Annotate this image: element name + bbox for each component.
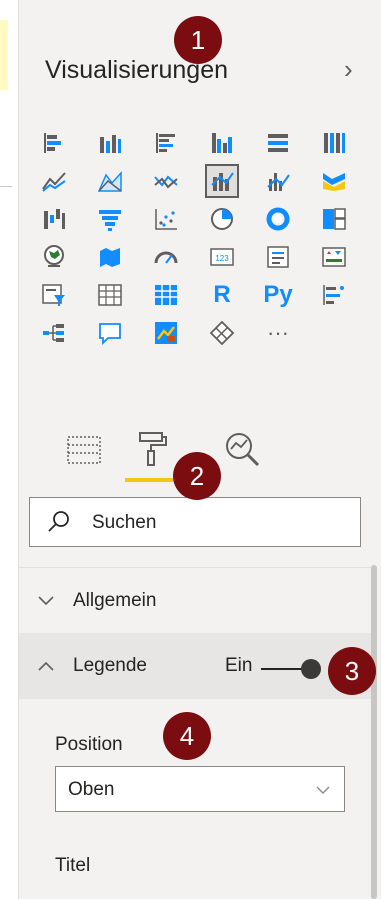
treemap-icon[interactable] (317, 202, 351, 236)
section-label: Allgemein (73, 590, 157, 611)
ribbon-chart-icon[interactable] (317, 164, 351, 198)
line-chart-icon[interactable] (37, 164, 71, 198)
position-label: Position (55, 734, 123, 755)
format-tab[interactable] (127, 424, 177, 474)
chevron-right-icon[interactable]: › (344, 54, 353, 85)
chevron-up-icon (38, 661, 54, 671)
paint-roller-icon (139, 432, 167, 466)
scatter-chart-icon[interactable] (149, 202, 183, 236)
python-visual-icon[interactable]: Py (261, 278, 295, 312)
scrollbar[interactable] (371, 565, 377, 899)
multi-row-card-icon[interactable] (261, 240, 295, 274)
fields-icon (67, 436, 101, 464)
canvas-edge (0, 0, 18, 899)
section-label: Legende (73, 655, 147, 676)
active-tab-indicator (125, 478, 179, 482)
visualizations-pane: Visualisierungen › 123 R Py ··· Suchen A… (18, 0, 381, 899)
card-icon[interactable]: 123 (205, 240, 239, 274)
filled-map-icon[interactable] (93, 240, 127, 274)
100-stacked-bar-chart-icon[interactable] (261, 126, 295, 160)
fields-tab[interactable] (59, 424, 109, 474)
stacked-bar-chart-icon[interactable] (37, 126, 71, 160)
table-icon[interactable] (93, 278, 127, 312)
title-label: Titel (55, 855, 91, 876)
toggle-state-label: Ein (225, 655, 253, 676)
canvas-divider (0, 186, 12, 187)
stacked-column-chart-icon[interactable] (93, 126, 127, 160)
search-placeholder: Suchen (92, 512, 157, 533)
analytics-magnifier-icon (226, 433, 260, 467)
clustered-column-chart-icon[interactable] (205, 126, 239, 160)
annotation-badge-4: 4 (163, 712, 211, 760)
section-allgemein[interactable]: Allgemein (19, 567, 371, 634)
position-value: Oben (68, 779, 115, 800)
map-icon[interactable] (37, 240, 71, 274)
area-chart-icon[interactable] (93, 164, 127, 198)
funnel-icon[interactable] (93, 202, 127, 236)
qa-icon[interactable] (93, 316, 127, 350)
chevron-down-icon (38, 596, 54, 606)
key-influencers-icon[interactable] (317, 278, 351, 312)
kpi-icon[interactable] (317, 240, 351, 274)
line-and-clustered-column-icon[interactable] (261, 164, 295, 198)
decomposition-tree-icon[interactable] (37, 316, 71, 350)
chevron-down-icon (316, 786, 330, 794)
search-input[interactable]: Suchen (29, 497, 361, 547)
line-and-stacked-column-icon[interactable] (205, 164, 239, 198)
donut-chart-icon[interactable] (261, 202, 295, 236)
paginated-report-icon[interactable] (205, 316, 239, 350)
pie-chart-icon[interactable] (205, 202, 239, 236)
legend-toggle-knob[interactable] (301, 659, 321, 679)
annotation-badge-3: 3 (328, 647, 376, 695)
more-visuals-icon[interactable]: ··· (261, 316, 295, 350)
matrix-icon[interactable] (149, 278, 183, 312)
analytics-tab[interactable] (217, 424, 267, 474)
100-stacked-column-chart-icon[interactable] (317, 126, 351, 160)
waterfall-chart-icon[interactable] (37, 202, 71, 236)
clustered-bar-chart-icon[interactable] (149, 126, 183, 160)
position-select[interactable]: Oben (55, 766, 345, 812)
smart-narrative-icon[interactable] (149, 316, 183, 350)
slicer-icon[interactable] (37, 278, 71, 312)
svg-text:123: 123 (215, 254, 229, 263)
search-icon (48, 511, 69, 532)
annotation-badge-2: 2 (173, 452, 221, 500)
section-legende[interactable]: Legende Ein (19, 633, 371, 699)
annotation-badge-1: 1 (174, 16, 222, 64)
canvas-highlight (0, 20, 8, 90)
stacked-area-chart-icon[interactable] (149, 164, 183, 198)
r-visual-icon[interactable]: R (205, 278, 239, 312)
gauge-icon[interactable] (149, 240, 183, 274)
